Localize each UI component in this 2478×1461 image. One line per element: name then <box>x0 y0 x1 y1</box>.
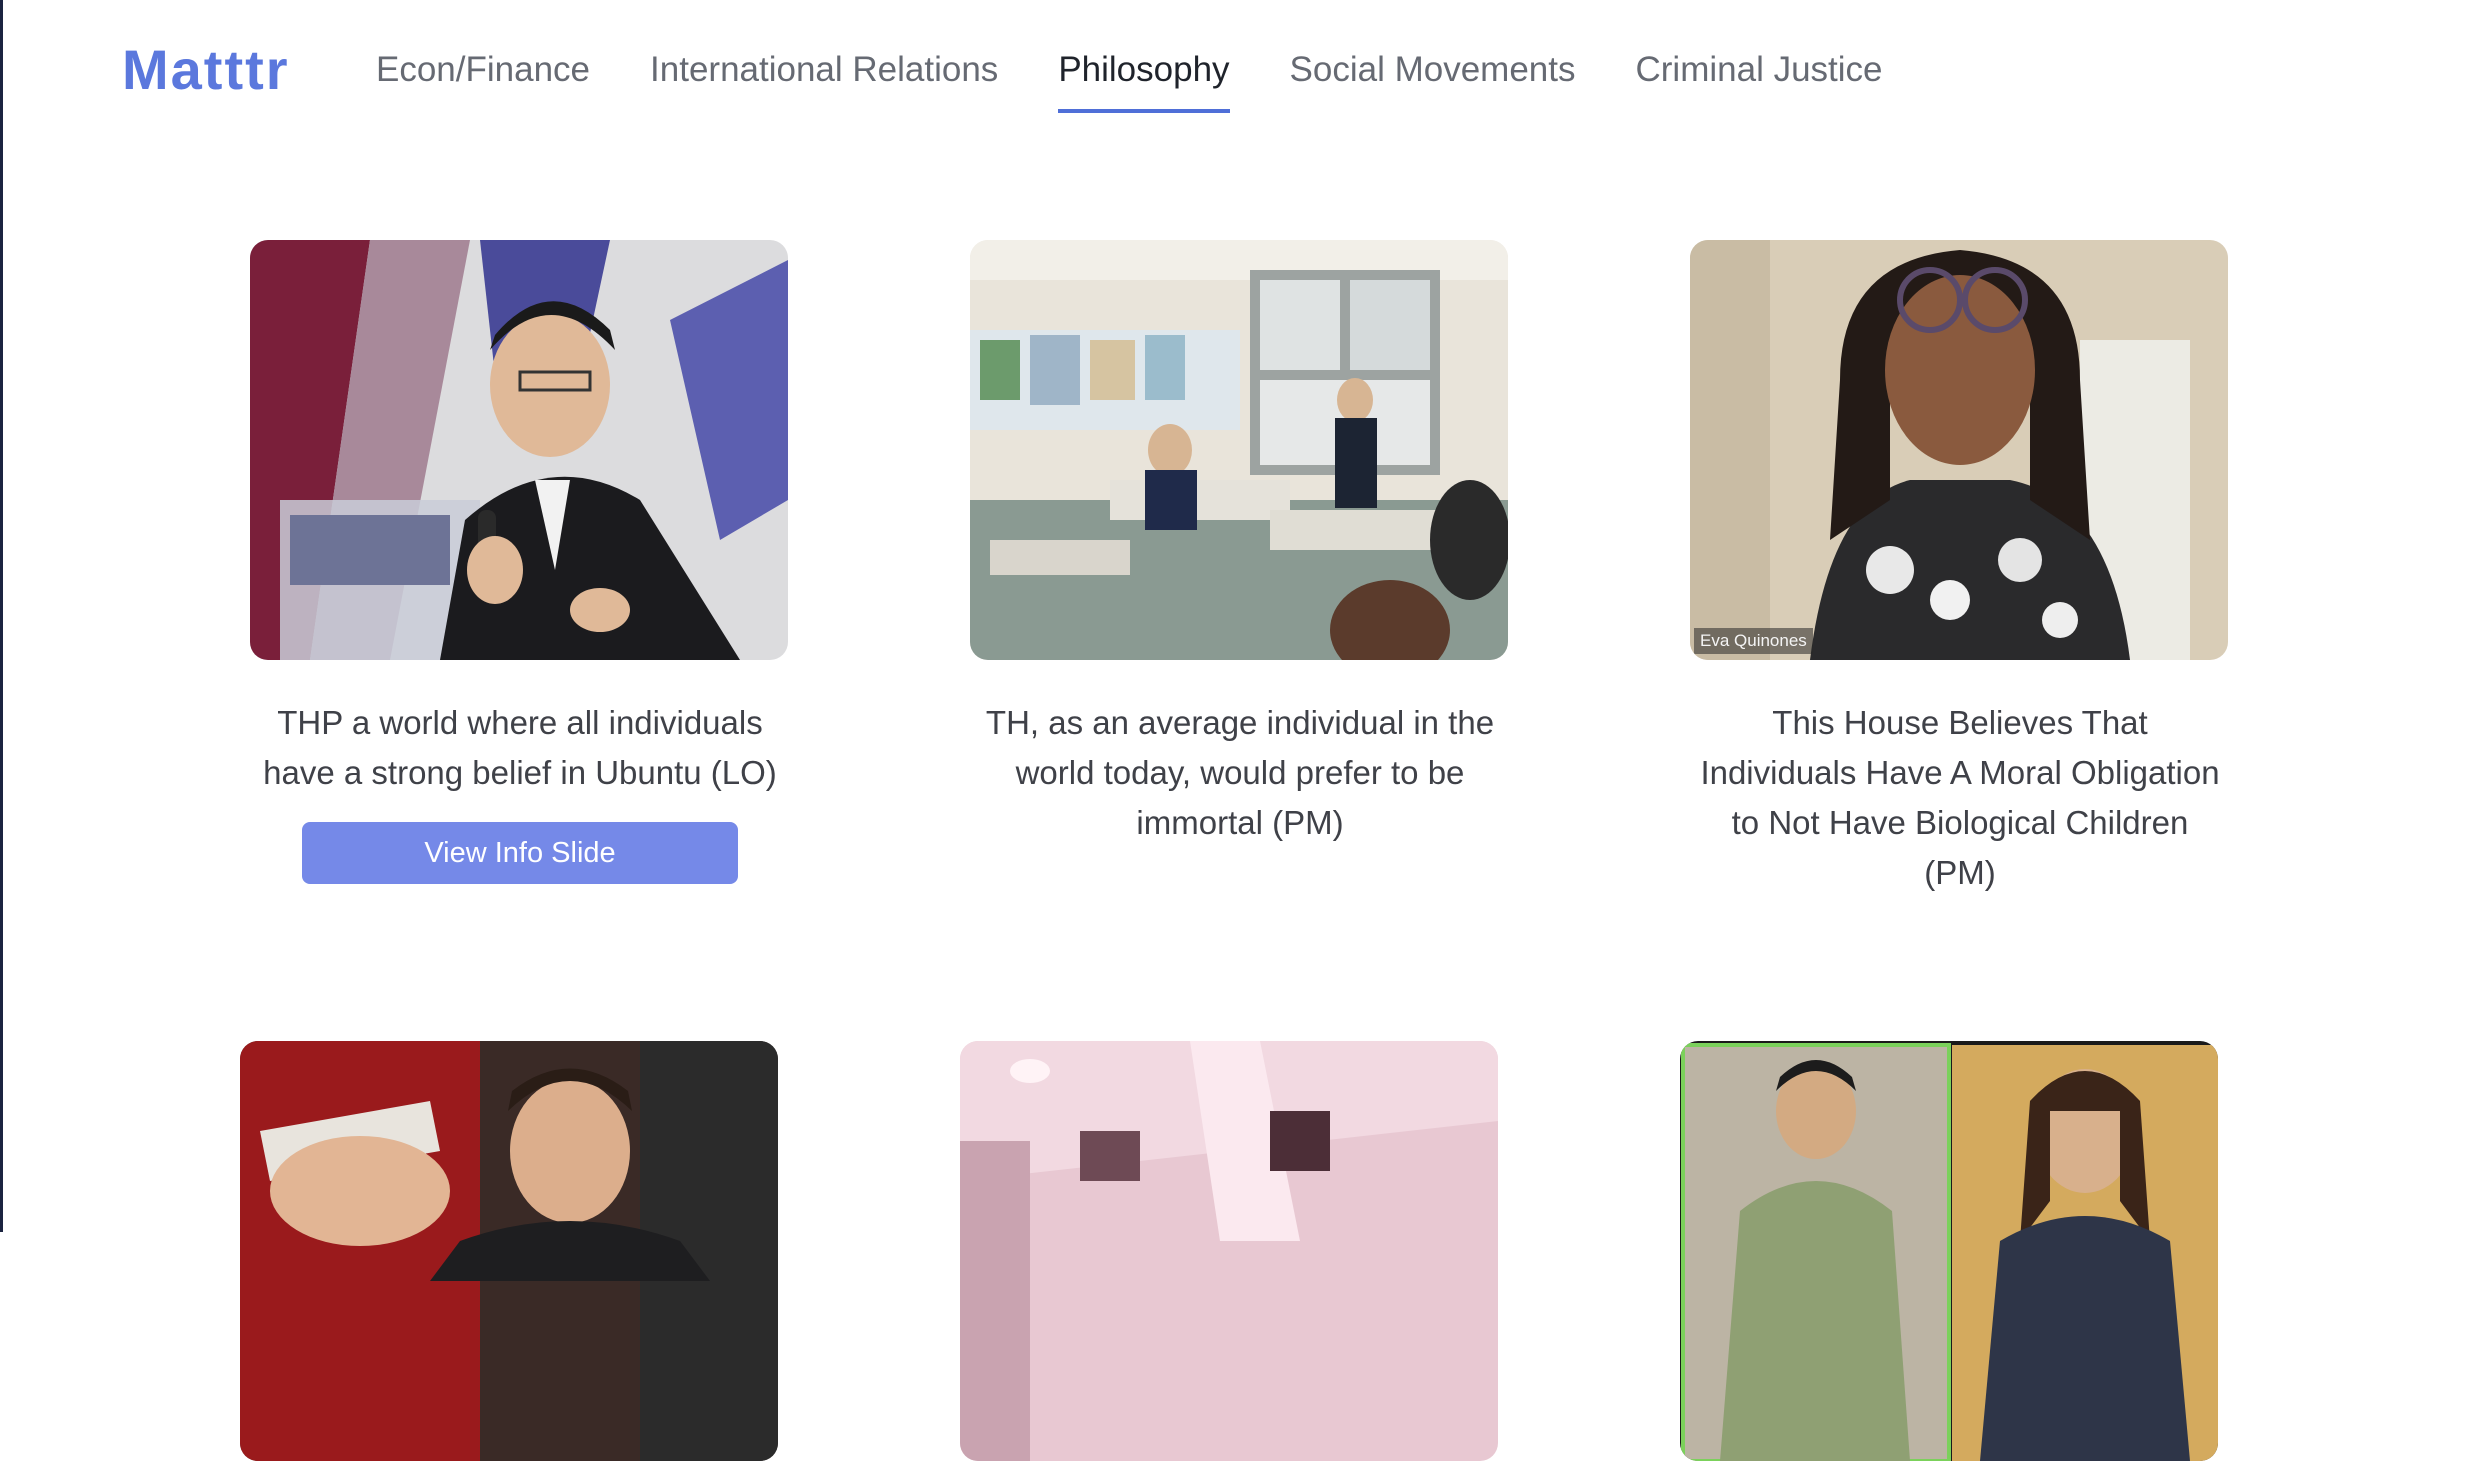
tab-econ-finance[interactable]: Econ/Finance <box>376 44 590 113</box>
motion-title: TH, as an average individual in the worl… <box>985 704 1495 841</box>
topic-tabs: Econ/Finance International Relations Phi… <box>376 44 1943 113</box>
tab-criminal-justice[interactable]: Criminal Justice <box>1636 44 1883 113</box>
motion-card: Eva Quinones This House Believes That In… <box>1690 240 2230 898</box>
top-navigation-bar: Matttr Econ/Finance International Relati… <box>0 0 2478 140</box>
split-video-call-photo[interactable] <box>1680 1041 2218 1461</box>
participant-name-label: Eva Quinones <box>1694 628 1813 654</box>
window-edge <box>0 0 3 1232</box>
tab-philosophy[interactable]: Philosophy <box>1058 44 1230 113</box>
tab-social-movements[interactable]: Social Movements <box>1290 44 1576 113</box>
motion-card: TH, as an average individual in the worl… <box>970 240 1510 848</box>
speaker-holding-card-photo[interactable] <box>240 1041 778 1461</box>
tab-international-relations[interactable]: International Relations <box>650 44 998 113</box>
motion-card <box>960 1041 1500 1461</box>
speaker-at-podium-photo[interactable] <box>250 240 788 660</box>
view-info-slide-button[interactable]: View Info Slide <box>302 822 738 884</box>
video-call-speaker-photo[interactable]: Eva Quinones <box>1690 240 2228 660</box>
pink-room-photo[interactable] <box>960 1041 1498 1461</box>
motion-card: THP a world where all individuals have a… <box>250 240 790 884</box>
motion-title: This House Believes That Individuals Hav… <box>1700 704 2220 891</box>
motion-title: THP a world where all individuals have a… <box>263 704 777 791</box>
classroom-debate-photo[interactable] <box>970 240 1508 660</box>
motion-card <box>1680 1041 2220 1461</box>
logo[interactable]: Matttr <box>122 38 290 102</box>
motion-card <box>240 1041 780 1461</box>
